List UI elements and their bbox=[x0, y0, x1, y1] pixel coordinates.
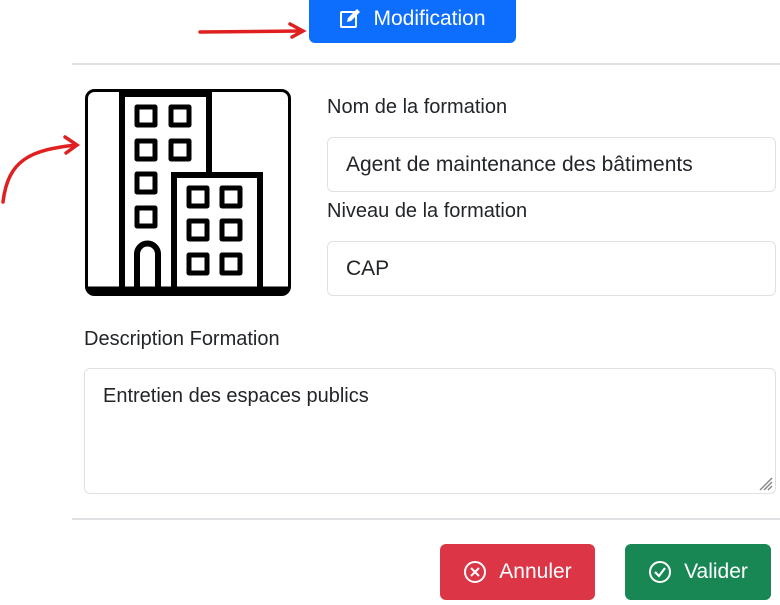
edit-icon bbox=[340, 8, 361, 28]
level-input[interactable]: CAP bbox=[327, 241, 776, 296]
modification-button[interactable]: Modification bbox=[309, 0, 516, 43]
level-label: Niveau de la formation bbox=[327, 200, 528, 222]
name-input[interactable]: Agent de maintenance des bâtiments bbox=[327, 137, 776, 192]
modification-label: Modification bbox=[373, 6, 486, 30]
cancel-button[interactable]: Annuler bbox=[440, 544, 595, 600]
cancel-label: Annuler bbox=[499, 560, 572, 583]
description-textarea[interactable]: Entretien des espaces publics bbox=[84, 368, 776, 494]
submit-button[interactable]: Valider bbox=[625, 544, 771, 600]
divider-top bbox=[72, 63, 780, 65]
arrow-to-modification bbox=[198, 29, 304, 34]
name-label: Nom de la formation bbox=[327, 96, 508, 118]
building-icon bbox=[85, 89, 291, 296]
check-circle-icon bbox=[649, 561, 672, 583]
submit-label: Valider bbox=[684, 560, 748, 583]
description-label: Description Formation bbox=[84, 328, 280, 350]
divider-bottom bbox=[72, 518, 780, 520]
x-circle-icon bbox=[464, 561, 487, 583]
resize-handle-icon[interactable] bbox=[757, 475, 773, 491]
description-text: Entretien des espaces publics bbox=[103, 385, 369, 407]
formation-image bbox=[85, 89, 291, 296]
